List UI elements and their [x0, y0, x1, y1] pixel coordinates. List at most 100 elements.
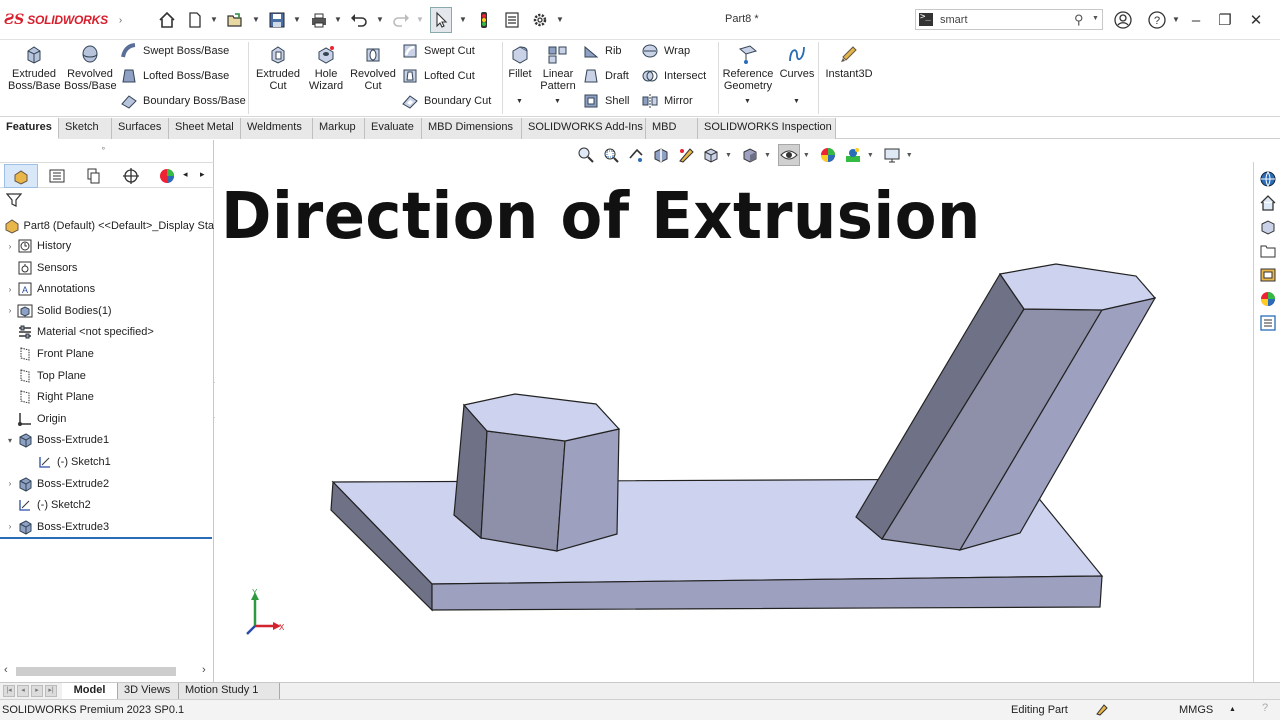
instant3d-button[interactable]: Instant3D [822, 43, 876, 80]
scrollbar-thumb[interactable] [16, 667, 176, 676]
feature-tree-tab[interactable] [4, 164, 38, 188]
account-button[interactable] [1113, 10, 1133, 30]
pattern-dropdown-icon[interactable]: ▼ [554, 98, 561, 105]
tab-solidworks-inspection[interactable]: SOLIDWORKS Inspection [698, 118, 836, 139]
open-dropdown-icon[interactable]: ▼ [252, 15, 260, 24]
select-button[interactable] [430, 7, 452, 33]
fillet-dropdown-icon[interactable]: ▼ [516, 98, 523, 105]
help-question-icon[interactable]: ? [1262, 702, 1268, 714]
lofted-cut-button[interactable]: Lofted Cut [401, 66, 475, 86]
help-button[interactable]: ? [1147, 10, 1167, 30]
expand-arrow-icon[interactable]: › [4, 522, 16, 531]
home-button[interactable] [156, 9, 178, 31]
extruded-cut-button[interactable]: Extruded Cut [253, 43, 303, 92]
filter-button[interactable] [5, 192, 23, 211]
tree-item[interactable]: › History [0, 236, 214, 256]
tab-features[interactable]: Features [0, 118, 59, 139]
next-tab-icon[interactable]: ▸ [31, 685, 43, 697]
tree-root-part[interactable]: Part8 (Default) <<Default>_Display Sta [0, 216, 214, 236]
reference-geometry-dropdown-icon[interactable]: ▼ [744, 98, 751, 105]
new-dropdown-icon[interactable]: ▼ [210, 15, 218, 24]
revolved-boss-button[interactable]: Revolved Boss/Base [64, 43, 117, 92]
configuration-manager-tab[interactable] [76, 164, 110, 188]
tab-motion-study[interactable]: Motion Study 1 [179, 683, 280, 699]
minimize-button[interactable]: – [1186, 10, 1206, 30]
prev-tab-icon[interactable]: ◂ [17, 685, 29, 697]
tab-markup[interactable]: Markup [313, 118, 365, 139]
curves-dropdown-icon[interactable]: ▼ [793, 98, 800, 105]
print-button[interactable] [308, 9, 330, 31]
file-explorer-button[interactable] [1257, 240, 1279, 262]
expand-arrow-icon[interactable]: › [4, 285, 16, 294]
hole-wizard-button[interactable]: Hole Wizard [303, 43, 349, 92]
expand-arrow-icon[interactable]: › [4, 479, 16, 488]
expand-arrow-icon[interactable]: › [4, 306, 16, 315]
restore-button[interactable]: ❐ [1215, 10, 1235, 30]
lofted-boss-button[interactable]: Lofted Boss/Base [120, 66, 229, 86]
file-properties-button[interactable] [501, 9, 523, 31]
tab-sheet-metal[interactable]: Sheet Metal [169, 118, 241, 139]
fillet-button[interactable]: Fillet [505, 43, 535, 80]
swept-boss-button[interactable]: Swept Boss/Base [120, 41, 229, 61]
design-library-button[interactable] [1257, 192, 1279, 214]
search-box[interactable]: ⚲ ▼ [915, 9, 1103, 30]
wrap-button[interactable]: Wrap [641, 41, 690, 61]
custom-properties-button[interactable] [1257, 312, 1279, 334]
tab-surfaces[interactable]: Surfaces [112, 118, 169, 139]
tree-item[interactable]: Material <not specified> [0, 322, 214, 342]
draft-button[interactable]: Draft [582, 66, 629, 86]
tree-item[interactable]: › Solid Bodies(1) [0, 301, 214, 321]
rib-button[interactable]: Rib [582, 41, 622, 61]
expand-arrow-icon[interactable]: › [4, 242, 16, 251]
rebuild-button[interactable] [473, 9, 495, 31]
tree-item[interactable]: Sensors [0, 258, 214, 278]
tab-solidworks-add-ins[interactable]: SOLIDWORKS Add-Ins [522, 118, 646, 139]
help-dropdown-icon[interactable]: ▼ [1172, 15, 1180, 24]
tree-item[interactable]: › A Annotations [0, 279, 214, 299]
scroll-left-icon[interactable]: ‹ [4, 664, 8, 676]
search-icon[interactable]: ⚲ [1074, 12, 1084, 28]
display-manager-tab[interactable] [150, 164, 184, 188]
tabs-scroll-left-icon[interactable]: ◂ [183, 169, 188, 180]
tabs-scroll-right-icon[interactable]: ▸ [200, 169, 205, 180]
parts-library-button[interactable] [1257, 216, 1279, 238]
tree-item[interactable]: ▾ Boss-Extrude1 [0, 430, 214, 450]
tree-item[interactable]: › Boss-Extrude2 [0, 474, 214, 494]
reference-geometry-button[interactable]: Reference Geometry [721, 43, 775, 92]
tree-item[interactable]: (-) Sketch1 [0, 452, 214, 472]
options-dropdown-icon[interactable]: ▼ [556, 15, 564, 24]
redo-button[interactable] [390, 9, 412, 31]
close-button[interactable]: ✕ [1246, 10, 1266, 30]
intersect-button[interactable]: Intersect [641, 66, 706, 86]
options-button[interactable] [529, 9, 551, 31]
select-dropdown-icon[interactable]: ▼ [459, 15, 467, 24]
menu-expand-icon[interactable]: › [119, 15, 122, 26]
first-tab-icon[interactable]: |◂ [3, 685, 15, 697]
open-button[interactable] [224, 9, 246, 31]
rollback-bar[interactable] [0, 537, 212, 539]
last-tab-icon[interactable]: ▸| [45, 685, 57, 697]
shell-button[interactable]: Shell [582, 91, 629, 111]
collapse-arrow-icon[interactable]: ▾ [4, 436, 16, 445]
solidworks-logo[interactable]: ƧS SOLIDWORKS › [4, 10, 122, 30]
panel-grip-icon[interactable]: ⚬ [100, 144, 107, 153]
boundary-boss-button[interactable]: Boundary Boss/Base [120, 91, 246, 111]
tab-weldments[interactable]: Weldments [241, 118, 313, 139]
tree-item[interactable]: Front Plane [0, 344, 214, 364]
scroll-right-icon[interactable]: › [202, 664, 206, 676]
appearances-button[interactable] [1257, 288, 1279, 310]
solidworks-resources-button[interactable] [1257, 168, 1279, 190]
horizontal-scrollbar[interactable]: ‹ › [0, 662, 214, 680]
tab-mbd-dimensions[interactable]: MBD Dimensions [422, 118, 522, 139]
undo-button[interactable] [348, 9, 370, 31]
revolved-cut-button[interactable]: Revolved Cut [349, 43, 397, 92]
mirror-button[interactable]: Mirror [641, 91, 693, 111]
undo-dropdown-icon[interactable]: ▼ [376, 15, 384, 24]
dimxpert-tab[interactable] [114, 164, 148, 188]
tab-model[interactable]: Model [62, 683, 118, 699]
graphics-area[interactable]: ▼ ▼ ▼ ▼ ▼ ⎕ ⎕ – ❐ ✕ [215, 140, 1253, 682]
view-palette-button[interactable] [1257, 264, 1279, 286]
tab-mbd[interactable]: MBD [646, 118, 698, 139]
tree-item[interactable]: Right Plane [0, 387, 214, 407]
boundary-cut-button[interactable]: Boundary Cut [401, 91, 491, 111]
